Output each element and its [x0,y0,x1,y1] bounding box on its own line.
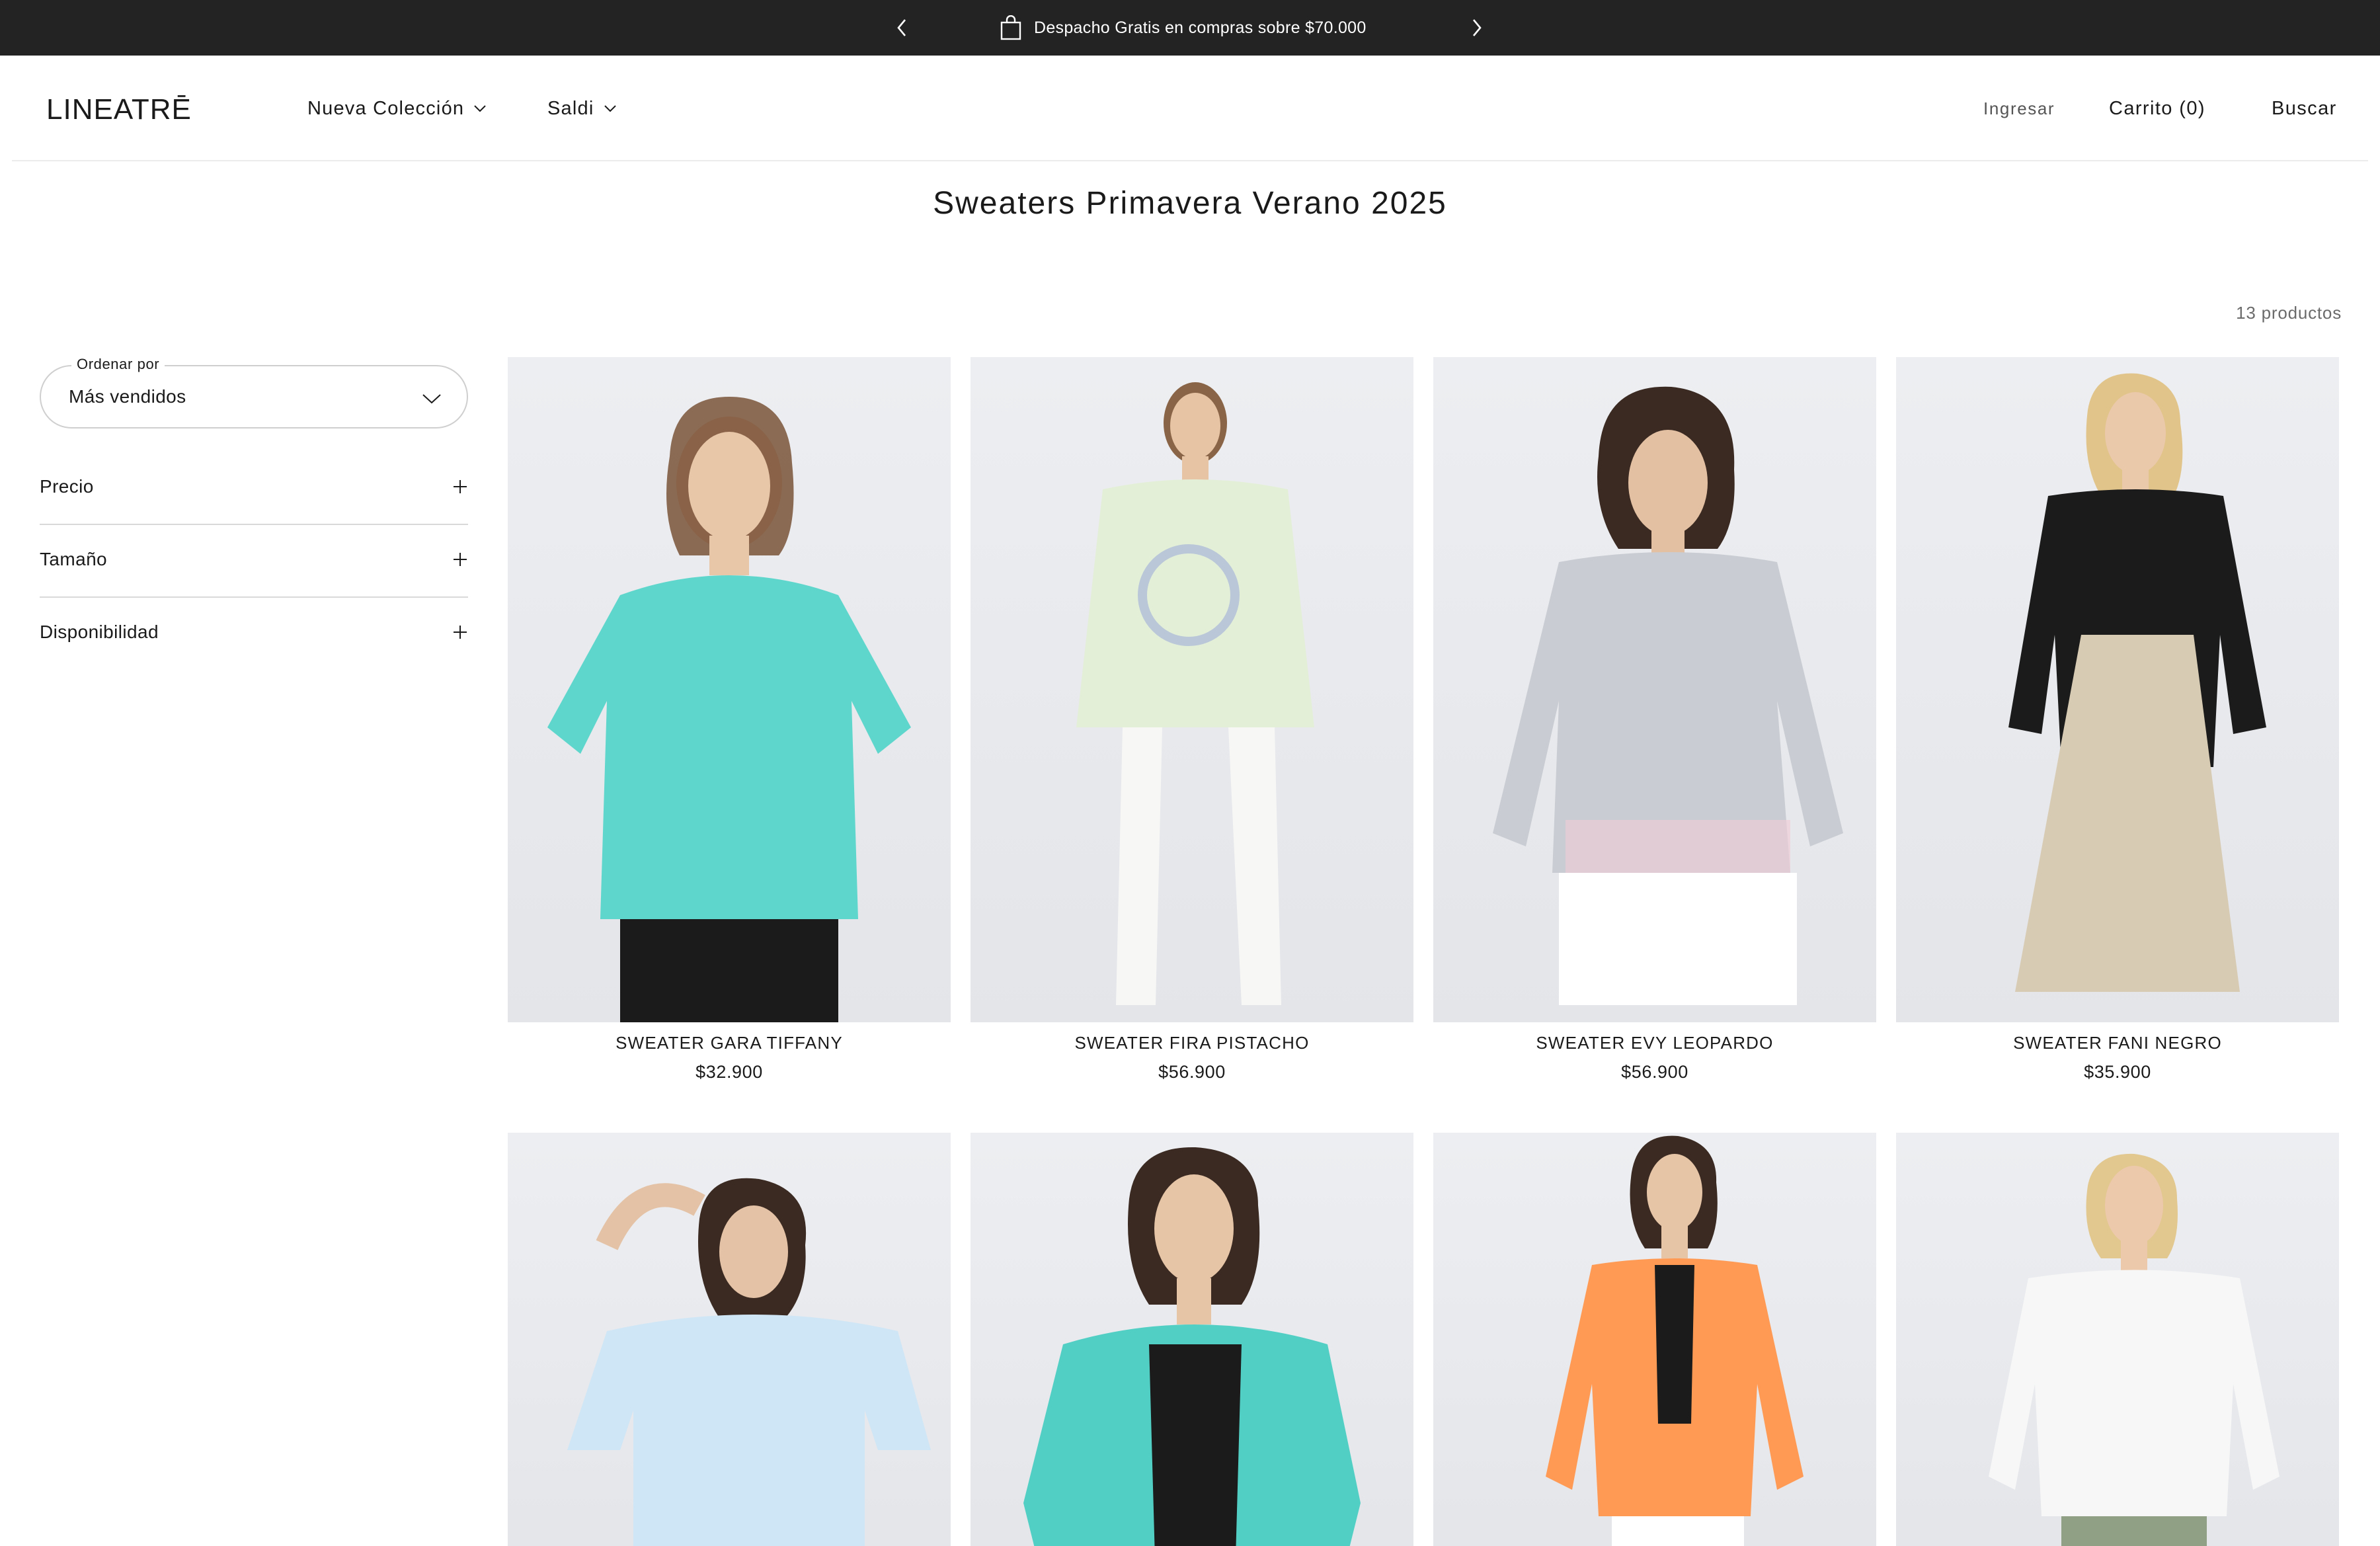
announcement-prev-button[interactable] [887,13,916,42]
filter-label: Disponibilidad [40,622,159,642]
product-image[interactable] [971,1133,1413,1546]
model-photo [547,397,911,1022]
model-photo [1023,1147,1361,1546]
model-photo [567,1178,931,1546]
sort-select[interactable]: Ordenar por Más vendidos [40,356,468,428]
plus-icon [454,626,467,639]
chevron-down-icon [604,105,616,112]
cart-link[interactable]: Carrito (0) [2109,95,2205,122]
brand-logo[interactable]: LINEATRĒ [46,93,254,122]
header-divider [12,160,2368,161]
product-name[interactable]: SWEATER GARA TIFFANY [508,1033,951,1053]
sort-value: Más vendidos [69,386,186,407]
nav-label: Saldi [547,97,594,119]
product-name[interactable]: SWEATER FANI NEGRO [1896,1033,2339,1053]
garment-shape [1076,479,1314,727]
product-image[interactable] [1896,357,2339,1022]
product-count: 13 productos [2236,303,2342,323]
nav-nueva-coleccion[interactable]: Nueva Colección [307,95,487,122]
model-photo [1989,1153,2280,1546]
filter-label: Precio [40,476,94,497]
product-image[interactable] [971,357,1413,1022]
sort-label: Ordenar por [71,356,165,373]
nav-saldi[interactable]: Saldi [547,95,617,122]
product-price: $56.900 [1621,1062,1688,1082]
announcement-next-button[interactable] [1462,13,1491,42]
product-price: $32.900 [695,1062,763,1082]
filter-label: Tamaño [40,549,108,569]
announcement-message[interactable]: Despacho Gratis en compras sobre $70.000 [1000,13,1367,42]
search-link[interactable]: Buscar [2272,95,2337,122]
garment-shape [547,575,911,919]
model-photo [1076,382,1314,1005]
product-image[interactable] [1433,357,1876,1022]
chevron-right-icon [1473,19,1482,36]
product-name[interactable]: SWEATER EVY LEOPARDO [1433,1033,1876,1053]
chevron-left-icon [897,19,906,36]
filter-precio[interactable]: Precio [40,452,468,525]
model-photo [1493,386,1843,1005]
garment-shape [1989,1270,2280,1516]
product-image[interactable] [1896,1133,2339,1546]
chevron-down-icon [474,105,486,112]
product-image[interactable] [508,1133,951,1546]
logo-text: LINEATRĒ [46,93,192,122]
chevron-down-icon [422,394,441,404]
nav-label: Nueva Colección [307,97,465,119]
page-title: Sweaters Primavera Verano 2025 [933,186,1447,221]
product-image[interactable] [1433,1133,1876,1546]
model-photo [2008,373,2266,992]
shopping-bag-icon [1000,15,1021,40]
product-price: $35.900 [2084,1062,2151,1082]
product-image[interactable] [508,357,951,1022]
product-price: $56.900 [1158,1062,1226,1082]
announcement-bar: Despacho Gratis en compras sobre $70.000 [0,0,2380,56]
model-photo [1546,1135,1804,1546]
filter-tamano[interactable]: Tamaño [40,525,468,598]
filter-disponibilidad[interactable]: Disponibilidad [40,598,468,671]
garment-shape [567,1315,931,1546]
plus-icon [454,480,467,493]
site-header: LINEATRĒ Nueva Colección Saldi Ingresar … [0,56,2380,161]
announcement-text: Despacho Gratis en compras sobre $70.000 [1034,18,1367,37]
login-link[interactable]: Ingresar [1983,95,2055,122]
product-name[interactable]: SWEATER FIRA PISTACHO [971,1033,1413,1053]
plus-icon [454,553,467,566]
